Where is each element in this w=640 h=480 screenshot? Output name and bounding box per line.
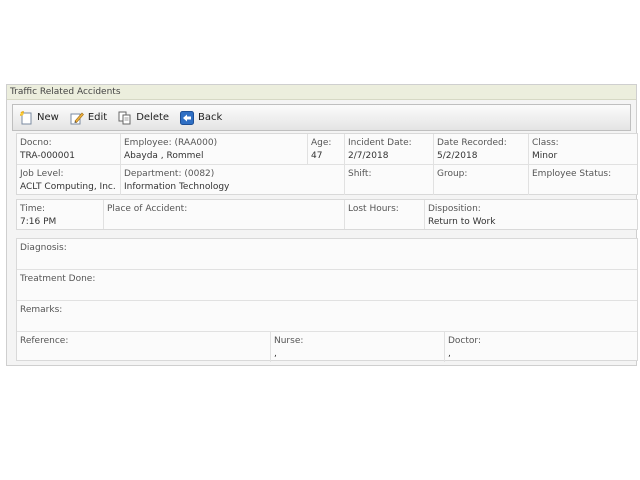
- job-level-field: Job Level: ACLT Computing, Inc.: [17, 165, 121, 195]
- disposition-field: Disposition: Return to Work: [428, 204, 496, 227]
- panel-title: Traffic Related Accidents: [7, 85, 636, 100]
- reference-field: Reference:: [17, 332, 271, 362]
- delete-button[interactable]: Delete: [118, 111, 169, 125]
- time-field: Time: 7:16 PM: [17, 200, 104, 229]
- toolbar: New Edit Delete Back: [12, 104, 631, 131]
- accident-panel: Traffic Related Accidents New Edit Delet…: [6, 84, 638, 366]
- new-button[interactable]: New: [19, 110, 59, 125]
- department-field: Department: (0082) Information Technolog…: [121, 165, 345, 195]
- employee-info-section: Docno: TRA-000001 Employee: (RAA000) Aba…: [16, 133, 638, 195]
- nurse-field: Nurse: ,: [271, 332, 445, 362]
- new-document-icon: [19, 110, 33, 125]
- class-field: Class: Minor: [532, 138, 559, 161]
- new-button-label: New: [37, 112, 59, 123]
- back-arrow-icon: [180, 110, 195, 125]
- date-recorded-field: Date Recorded: 5/2/2018: [434, 134, 529, 164]
- incident-date-field: Incident Date: 2/7/2018: [345, 134, 434, 164]
- diagnosis-field: Diagnosis:: [20, 243, 67, 253]
- docno-field: Docno: TRA-000001: [17, 134, 121, 164]
- doctor-field: Doctor: ,: [448, 336, 481, 359]
- edit-button[interactable]: Edit: [70, 111, 107, 125]
- edit-button-label: Edit: [87, 112, 108, 123]
- back-button-label: Back: [198, 112, 223, 123]
- medical-section: Diagnosis: Treatment Done: Remarks: Refe…: [16, 238, 638, 362]
- employee-status-field: Employee Status:: [532, 169, 612, 179]
- delete-copy-icon: [118, 111, 132, 125]
- place-of-accident-field: Place of Accident:: [104, 200, 345, 229]
- group-field: Group:: [434, 165, 529, 195]
- edit-pencil-icon: [70, 111, 84, 125]
- back-button[interactable]: Back: [180, 110, 223, 125]
- treatment-done-field: Treatment Done:: [20, 274, 96, 284]
- delete-button-label: Delete: [136, 112, 170, 123]
- incident-details-section: Time: 7:16 PM Place of Accident: Lost Ho…: [16, 199, 638, 230]
- age-field: Age: 47: [308, 134, 345, 164]
- shift-field: Shift:: [345, 165, 434, 195]
- lost-hours-field: Lost Hours:: [345, 200, 425, 229]
- remarks-field: Remarks:: [20, 305, 63, 315]
- employee-field: Employee: (RAA000) Abayda , Rommel: [121, 134, 308, 164]
